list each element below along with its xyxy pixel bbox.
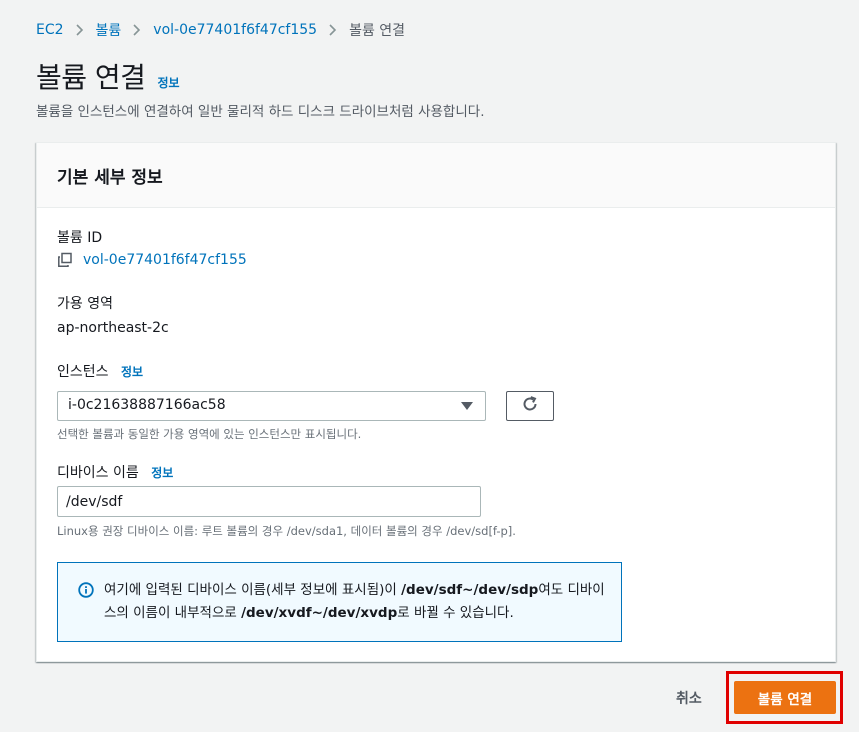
device-info-link[interactable]: 정보 <box>151 466 173 480</box>
breadcrumb-volumes[interactable]: 볼륨 <box>96 20 122 40</box>
page-title: 볼륨 연결 <box>36 61 146 94</box>
page-description: 볼륨을 인스턴스에 연결하여 일반 물리적 하드 디스크 드라이브처럼 사용합니… <box>36 104 485 120</box>
instance-select[interactable]: i-0c21638887166ac58 <box>57 391 486 421</box>
breadcrumb: EC2 볼륨 vol-0e77401f6f47cf155 볼륨 연결 <box>36 20 405 40</box>
alert-bold-1: /dev/sdf~/dev/sdp <box>401 582 539 598</box>
info-alert: 여기에 입력된 디바이스 이름(세부 정보에 표시됨)이 /dev/sdf~/d… <box>57 562 622 642</box>
alert-text-3: 로 바뀔 수 있습니다. <box>397 605 514 621</box>
refresh-icon <box>521 395 539 417</box>
breadcrumb-ec2[interactable]: EC2 <box>36 22 64 38</box>
info-circle-icon <box>78 582 94 598</box>
instance-select-value: i-0c21638887166ac58 <box>68 397 226 413</box>
alert-text-1: 여기에 입력된 디바이스 이름(세부 정보에 표시됨)이 <box>104 582 402 598</box>
instance-hint: 선택한 볼륨과 동일한 가용 영역에 있는 인스턴스만 표시됩니다. <box>57 427 362 441</box>
chevron-right-icon <box>74 23 86 37</box>
device-label-text: 디바이스 이름 <box>57 465 139 481</box>
chevron-right-icon <box>327 23 339 37</box>
volume-id-link[interactable]: vol-0e77401f6f47cf155 <box>57 252 247 268</box>
volume-id-label: 볼륨 ID <box>57 230 103 246</box>
refresh-button[interactable] <box>506 391 554 421</box>
basic-details-panel: 기본 세부 정보 볼륨 ID vol-0e77401f6f47cf155 가용 … <box>36 142 836 662</box>
device-label: 디바이스 이름 정보 <box>57 462 173 482</box>
cancel-button[interactable]: 취소 <box>676 688 702 708</box>
volume-id-value[interactable]: vol-0e77401f6f47cf155 <box>83 252 247 268</box>
title-row: 볼륨 연결 정보 <box>36 56 180 96</box>
caret-down-icon <box>461 402 473 410</box>
attach-volume-button[interactable]: 볼륨 연결 <box>734 681 836 714</box>
instance-label: 인스턴스 정보 <box>57 361 143 381</box>
device-hint: Linux용 권장 디바이스 이름: 루트 볼륨의 경우 /dev/sda1, … <box>57 524 516 538</box>
az-value: ap-northeast-2c <box>57 320 169 336</box>
device-name-input[interactable] <box>57 486 481 517</box>
breadcrumb-current: 볼륨 연결 <box>349 23 406 39</box>
page-info-link[interactable]: 정보 <box>157 74 179 91</box>
breadcrumb-volume-id[interactable]: vol-0e77401f6f47cf155 <box>153 22 317 38</box>
instance-label-text: 인스턴스 <box>57 364 109 380</box>
az-label: 가용 영역 <box>57 296 113 312</box>
chevron-right-icon <box>131 23 143 37</box>
alert-bold-2: /dev/xvdf~/dev/xvdp <box>241 605 398 621</box>
instance-info-link[interactable]: 정보 <box>121 365 143 379</box>
copy-icon[interactable] <box>57 252 73 268</box>
panel-header: 기본 세부 정보 <box>37 143 835 208</box>
